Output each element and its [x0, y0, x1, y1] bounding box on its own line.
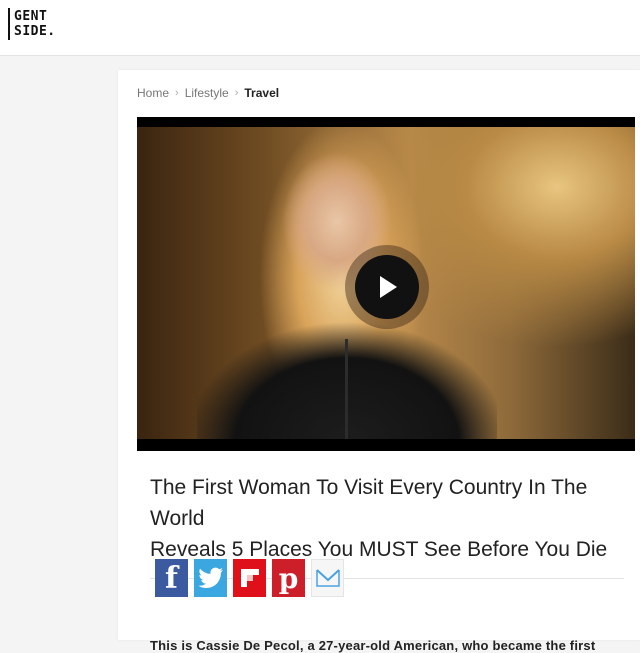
- flipboard-icon: [240, 569, 259, 587]
- video-player[interactable]: [137, 117, 635, 451]
- twitter-icon: [197, 567, 223, 588]
- pinterest-share-button[interactable]: p: [272, 559, 305, 597]
- article-card: Home › Lifestyle › Travel The First Woma…: [118, 70, 640, 653]
- flipboard-share-button[interactable]: [233, 559, 266, 597]
- thumbnail-detail: [345, 339, 348, 439]
- gentside-logo[interactable]: GENT SIDE.: [8, 8, 60, 40]
- pinterest-icon: p: [278, 561, 299, 595]
- article-title-line2: Reveals 5 Places You MUST See Before You…: [150, 538, 608, 561]
- chevron-right-icon: ›: [234, 87, 239, 99]
- facebook-icon: f: [165, 560, 178, 596]
- breadcrumb: Home › Lifestyle › Travel: [137, 86, 279, 100]
- email-icon: [315, 569, 340, 587]
- twitter-share-button[interactable]: [194, 559, 227, 597]
- facebook-share-button[interactable]: f: [155, 559, 188, 597]
- logo-text-line2: SIDE.: [14, 24, 56, 39]
- share-buttons: f p: [155, 559, 344, 597]
- email-share-button[interactable]: [311, 559, 344, 597]
- logo-text-line1: GENT: [14, 9, 48, 24]
- article-intro-text: This is Cassie De Pecol, a 27-year-old A…: [150, 638, 596, 653]
- article-title-line1: The First Woman To Visit Every Country I…: [150, 476, 588, 530]
- play-button[interactable]: [355, 255, 419, 319]
- top-navbar: GENT SIDE.: [0, 0, 640, 56]
- play-icon: [380, 276, 397, 298]
- breadcrumb-travel[interactable]: Travel: [244, 86, 279, 100]
- chevron-right-icon: ›: [175, 87, 179, 99]
- breadcrumb-home[interactable]: Home: [137, 86, 169, 100]
- article-title: The First Woman To Visit Every Country I…: [150, 472, 620, 565]
- logo-bar: [8, 8, 10, 40]
- breadcrumb-lifestyle[interactable]: Lifestyle: [185, 86, 229, 100]
- video-thumbnail: [137, 127, 635, 439]
